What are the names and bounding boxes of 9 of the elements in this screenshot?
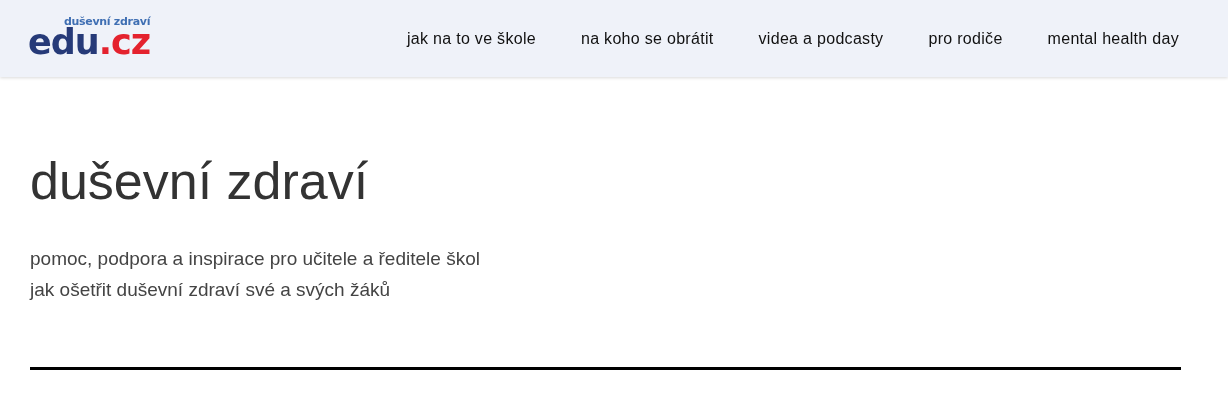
nav-link[interactable]: videa a podcasty (758, 29, 884, 48)
subtitle-line: jak ošetřit duševní zdraví své a svých žáků (30, 278, 392, 302)
nav-link[interactable]: jak na to ve škole (406, 29, 536, 48)
site-logo[interactable]: duševní zdraví edu.cz (28, 12, 154, 65)
subtitle-line: pomoc, podpora a inspirace pro učitele a ředitele škol (30, 247, 481, 271)
nav-link[interactable]: mental health day (1047, 29, 1179, 48)
nav-link[interactable]: pro rodiče (928, 29, 1003, 48)
page-title: duševní zdraví (30, 151, 370, 212)
nav-link[interactable]: na koho se obrátit (580, 29, 714, 48)
